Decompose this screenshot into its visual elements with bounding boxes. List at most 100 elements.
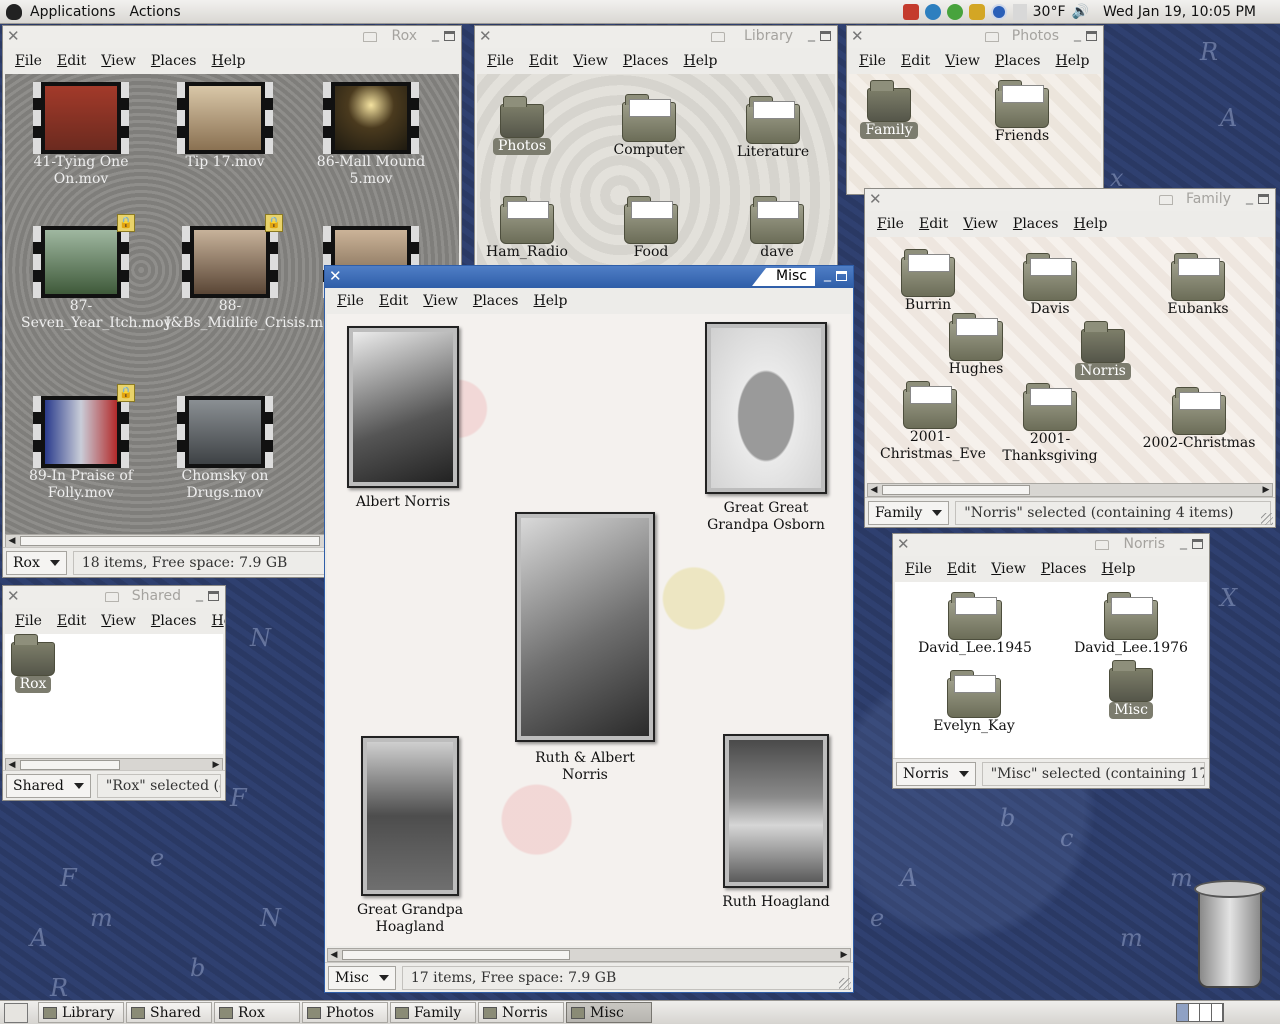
minimize-icon[interactable]: _: [824, 266, 831, 282]
close-icon[interactable]: ✕: [479, 27, 492, 45]
folder-item[interactable]: 2001-Christmas_Eve: [875, 381, 986, 463]
folder-item[interactable]: Rox: [7, 634, 59, 693]
folder-item[interactable]: David_Lee.1976: [1071, 592, 1191, 657]
menu-places[interactable]: Places: [151, 613, 197, 629]
show-desktop-icon[interactable]: [4, 1002, 28, 1023]
menu-help[interactable]: Help: [1055, 53, 1089, 69]
photo-label[interactable]: Albert Norris: [337, 494, 469, 511]
maximize-icon[interactable]: [1258, 194, 1269, 204]
gnome-foot-icon[interactable]: [6, 3, 22, 20]
menu-view[interactable]: View: [423, 293, 458, 309]
folder-item[interactable]: Literature: [723, 96, 823, 161]
video-file[interactable]: 🔒 88-J&Bs_Midlife_Crisis.mov: [165, 214, 340, 332]
menu-view[interactable]: View: [101, 613, 136, 629]
minimize-icon[interactable]: _: [808, 26, 815, 42]
folder-item[interactable]: Ham_Radio: [477, 196, 577, 261]
sync-icon[interactable]: [924, 4, 941, 20]
menu-file[interactable]: File: [15, 613, 42, 629]
folder-item[interactable]: Food: [601, 196, 701, 261]
folder-item[interactable]: David_Lee.1945: [915, 592, 1035, 657]
resize-grip-icon[interactable]: [1261, 513, 1273, 525]
menu-places[interactable]: Places: [623, 53, 669, 69]
close-icon[interactable]: ✕: [897, 535, 910, 553]
photo-label[interactable]: Great Grandpa Hoagland: [345, 902, 475, 936]
workspace-switcher[interactable]: [1176, 1003, 1224, 1022]
applications-menu[interactable]: Applications: [30, 4, 116, 20]
icon-view[interactable]: David_Lee.1945 David_Lee.1976 Evelyn_Kay…: [895, 582, 1207, 760]
video-file[interactable]: 41-Tying One On.mov: [21, 82, 141, 188]
folder-item[interactable]: Family: [859, 80, 919, 139]
horizontal-scrollbar[interactable]: ◀ ▶: [327, 948, 851, 962]
minimize-icon[interactable]: _: [196, 586, 203, 602]
menu-file[interactable]: File: [905, 561, 932, 577]
task-norris[interactable]: Norris: [478, 1002, 564, 1023]
minimize-icon[interactable]: _: [1246, 189, 1253, 205]
location-dropdown[interactable]: Shared: [6, 773, 91, 798]
menu-file[interactable]: File: [487, 53, 514, 69]
video-file[interactable]: 🔒 89-In Praise of Folly.mov: [21, 384, 141, 502]
actions-menu[interactable]: Actions: [130, 4, 181, 20]
menu-edit[interactable]: Edit: [379, 293, 408, 309]
folder-item[interactable]: dave: [727, 196, 827, 261]
trash-icon[interactable]: [1190, 880, 1270, 992]
minimize-icon[interactable]: _: [432, 26, 439, 42]
photo-label[interactable]: Great Great Grandpa Osborn: [695, 500, 837, 534]
menu-view[interactable]: View: [991, 561, 1026, 577]
photo-thumbnail[interactable]: [515, 512, 655, 742]
menu-places[interactable]: Places: [151, 53, 197, 69]
menu-file[interactable]: File: [15, 53, 42, 69]
maximize-icon[interactable]: [444, 31, 455, 41]
clock[interactable]: Wed Jan 19, 10:05 PM: [1103, 4, 1256, 20]
photo-thumbnail[interactable]: [723, 734, 829, 888]
titlebar[interactable]: ✕ Photos _: [847, 26, 1103, 48]
menu-edit[interactable]: Edit: [529, 53, 558, 69]
maximize-icon[interactable]: [1192, 539, 1203, 549]
menu-file[interactable]: File: [859, 53, 886, 69]
menu-help[interactable]: Help: [211, 53, 245, 69]
maximize-icon[interactable]: [836, 271, 847, 281]
menu-edit[interactable]: Edit: [901, 53, 930, 69]
close-icon[interactable]: ✕: [329, 267, 342, 285]
menu-help[interactable]: Help: [211, 613, 225, 629]
folder-item[interactable]: Photos: [483, 96, 561, 155]
video-file[interactable]: Tip 17.mov: [165, 82, 285, 171]
icon-view[interactable]: Burrin Davis Eubanks Hughes Norris 2001-…: [867, 237, 1273, 483]
location-dropdown[interactable]: Norris: [896, 761, 976, 786]
task-library[interactable]: Library: [38, 1002, 124, 1023]
folder-item[interactable]: 2002-Christmas: [1139, 387, 1259, 452]
task-family[interactable]: Family: [390, 1002, 476, 1023]
photo-thumbnail[interactable]: [347, 326, 459, 488]
menu-places[interactable]: Places: [1013, 216, 1059, 232]
menu-places[interactable]: Places: [1041, 561, 1087, 577]
icon-view[interactable]: Rox: [5, 634, 223, 754]
folder-item[interactable]: 2001-Thanksgiving: [985, 383, 1115, 465]
menu-file[interactable]: File: [337, 293, 364, 309]
task-photos[interactable]: Photos: [302, 1002, 388, 1023]
minimize-icon[interactable]: _: [1074, 26, 1081, 42]
menu-help[interactable]: Help: [1101, 561, 1135, 577]
menu-edit[interactable]: Edit: [947, 561, 976, 577]
close-icon[interactable]: ✕: [851, 27, 864, 45]
menu-file[interactable]: File: [877, 216, 904, 232]
photo-thumbnail[interactable]: [361, 736, 459, 896]
menu-edit[interactable]: Edit: [57, 613, 86, 629]
menu-places[interactable]: Places: [995, 53, 1041, 69]
maximize-icon[interactable]: [208, 591, 219, 601]
icon-view[interactable]: Albert Norris Great Great Grandpa Osborn…: [327, 314, 851, 946]
menu-help[interactable]: Help: [533, 293, 567, 309]
minimize-icon[interactable]: _: [1180, 534, 1187, 550]
menu-edit[interactable]: Edit: [919, 216, 948, 232]
user-icon[interactable]: [968, 4, 985, 20]
photo-label[interactable]: Ruth Hoagland: [713, 894, 839, 911]
horizontal-scrollbar[interactable]: ◀ ▶: [867, 483, 1273, 497]
task-misc[interactable]: Misc: [566, 1002, 652, 1023]
task-rox[interactable]: Rox: [214, 1002, 300, 1023]
menu-view[interactable]: View: [963, 216, 998, 232]
photo-thumbnail[interactable]: [705, 322, 827, 494]
menu-view[interactable]: View: [945, 53, 980, 69]
titlebar[interactable]: ✕ Library _: [475, 26, 837, 48]
folder-item[interactable]: Davis: [1005, 253, 1095, 318]
titlebar[interactable]: ✕ Shared _: [3, 586, 225, 608]
folder-item[interactable]: Friends: [977, 80, 1067, 145]
titlebar[interactable]: ✕ Norris _: [893, 534, 1209, 556]
